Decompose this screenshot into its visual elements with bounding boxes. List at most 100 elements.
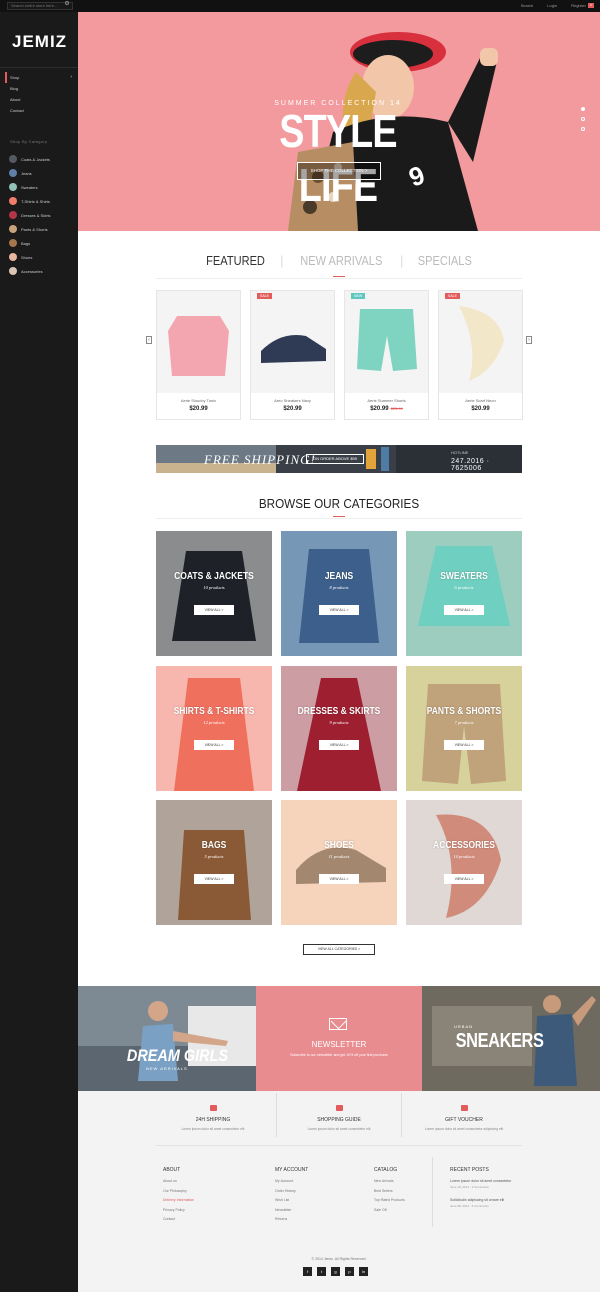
product-name[interactable]: Aero Sneakers Navy: [251, 398, 334, 403]
blog-post-title[interactable]: Sollicitudin adipiscing sit ornare elit: [450, 1198, 530, 1202]
category-view-all-button[interactable]: VIEW ALL >: [319, 740, 359, 750]
slider-dot[interactable]: [581, 117, 585, 121]
category-card[interactable]: SHIRTS & T-SHIRTS 12 products VIEW ALL >: [156, 666, 272, 791]
footer-link[interactable]: Privacy Policy: [163, 1208, 233, 1218]
category-label: Shoes: [21, 254, 33, 260]
category-label: Dresses & Skirts: [21, 212, 51, 218]
menu-item-shop[interactable]: Shop ›: [5, 72, 72, 83]
view-all-categories-button[interactable]: VIEW ALL CATEGORIES >: [303, 944, 375, 955]
newsletter-title: NEWSLETTER: [311, 1040, 367, 1049]
sidebar-category-item[interactable]: Bags: [9, 236, 73, 250]
promo-dream-girls[interactable]: DREAM GIRLS NEW ARRIVALS: [78, 986, 256, 1091]
slider-dot[interactable]: [581, 127, 585, 131]
shop-collection-button[interactable]: SHOP THE COLLECTION >: [297, 162, 381, 180]
category-card[interactable]: JEANS 8 products VIEW ALL >: [281, 531, 397, 656]
category-view-all-button[interactable]: VIEW ALL >: [194, 605, 234, 615]
cart-count: 0: [590, 3, 592, 7]
footer-link[interactable]: Wish List: [275, 1198, 345, 1208]
sidebar-category-item[interactable]: Coats & Jackets: [9, 152, 73, 166]
category-title: PANTS & SHORTS: [426, 706, 502, 717]
sidebar-category-item[interactable]: Pants & Shorts: [9, 222, 73, 236]
banner-button[interactable]: ON ORDER ABOVE $99: [306, 454, 364, 464]
product-card[interactable]: Aerie Slouchy Tunic $20.99: [156, 290, 241, 420]
top-link-login[interactable]: Login: [547, 3, 557, 8]
footer-link[interactable]: Best Sellers: [374, 1189, 444, 1199]
product-name[interactable]: Aerie Scarf Neon: [439, 398, 522, 403]
newsletter-block[interactable]: NEWSLETTER Subscribe to our newsletter a…: [256, 986, 422, 1091]
footer-link[interactable]: Delivery Information: [163, 1198, 233, 1208]
sidebar-category-item[interactable]: Shoes: [9, 250, 73, 264]
carousel-prev-icon[interactable]: ‹: [146, 336, 152, 344]
tab-specials[interactable]: SPECIALS: [418, 253, 472, 268]
tab-featured[interactable]: FEATURED: [206, 253, 265, 268]
category-card[interactable]: BAGS 5 products VIEW ALL >: [156, 800, 272, 925]
category-image: [178, 830, 251, 920]
menu-item-contact[interactable]: Contact: [10, 105, 72, 116]
category-card[interactable]: PANTS & SHORTS 7 products VIEW ALL >: [406, 666, 522, 791]
footer-link[interactable]: Top Rated Products: [374, 1198, 444, 1208]
search-icon[interactable]: [65, 1, 69, 5]
category-view-all-button[interactable]: VIEW ALL >: [444, 874, 484, 884]
tab-separator: |: [280, 253, 284, 268]
pinterest-icon[interactable]: p: [345, 1267, 354, 1276]
product-card[interactable]: NEW Aerie Summer Shorts $20.99 $25.99: [344, 290, 429, 420]
twitter-icon[interactable]: t: [317, 1267, 326, 1276]
category-view-all-button[interactable]: VIEW ALL >: [194, 874, 234, 884]
category-view-all-button[interactable]: VIEW ALL >: [444, 740, 484, 750]
footer-link[interactable]: My Account: [275, 1179, 345, 1189]
free-shipping-banner[interactable]: FREE SHIPPING! ON ORDER ABOVE $99 HOTLIN…: [156, 445, 522, 473]
footer-link[interactable]: About us: [163, 1179, 233, 1189]
menu-item-blog[interactable]: Blog: [10, 83, 72, 94]
footer-link[interactable]: Our Philosophy: [163, 1189, 233, 1199]
product-name[interactable]: Aerie Slouchy Tunic: [157, 398, 240, 403]
footer-column-title: CATALOG: [374, 1167, 398, 1173]
product-image[interactable]: [439, 291, 522, 393]
google-plus-icon[interactable]: g: [331, 1267, 340, 1276]
category-card[interactable]: ACCESSORIES 14 products VIEW ALL >: [406, 800, 522, 925]
category-image: [172, 551, 256, 641]
category-image: [297, 678, 381, 791]
footer-link[interactable]: New Arrivals: [374, 1179, 444, 1189]
product-image[interactable]: [251, 291, 334, 393]
footer-link[interactable]: Contact: [163, 1217, 233, 1227]
category-view-all-button[interactable]: VIEW ALL >: [194, 740, 234, 750]
search-input[interactable]: Search entire store here...: [7, 2, 73, 10]
logo[interactable]: JEMIZ: [12, 32, 67, 52]
cart-icon[interactable]: 0: [588, 3, 594, 8]
product-image[interactable]: [345, 291, 428, 393]
carousel-next-icon[interactable]: ›: [526, 336, 532, 344]
product-name[interactable]: Aerie Summer Shorts: [345, 398, 428, 403]
footer-link[interactable]: Sale Off: [374, 1208, 444, 1218]
category-card[interactable]: DRESSES & SKIRTS 9 products VIEW ALL >: [281, 666, 397, 791]
footer-link[interactable]: Order History: [275, 1189, 345, 1199]
category-view-all-button[interactable]: VIEW ALL >: [444, 605, 484, 615]
sidebar-category-item[interactable]: Dresses & Skirts: [9, 208, 73, 222]
service-item: 24H SHIPPING Lorem ipsum dolor sit amet c…: [150, 1105, 276, 1131]
product-card[interactable]: SALE Aerie Scarf Neon $20.99: [438, 290, 523, 420]
top-link-search[interactable]: Search: [521, 3, 534, 8]
product-card[interactable]: SALE Aero Sneakers Navy $20.99: [250, 290, 335, 420]
product-image[interactable]: [157, 291, 240, 393]
blog-post-title[interactable]: Lorem ipsum dolor sit amet consectetur: [450, 1179, 530, 1183]
category-card[interactable]: SWEATERS 6 products VIEW ALL >: [406, 531, 522, 656]
linkedin-icon[interactable]: in: [359, 1267, 368, 1276]
slider-dot[interactable]: [581, 107, 585, 111]
sidebar-category-item[interactable]: Sweaters: [9, 180, 73, 194]
service-item: SHOPPING GUIDE Lorem ipsum dolor sit amet…: [276, 1105, 402, 1131]
tab-new-arrivals[interactable]: NEW ARRIVALS: [301, 253, 383, 268]
category-label: Sweaters: [21, 184, 38, 190]
category-view-all-button[interactable]: VIEW ALL >: [319, 605, 359, 615]
sidebar-category-item[interactable]: Jeans: [9, 166, 73, 180]
promo-sneakers[interactable]: URBAN SNEAKERS: [422, 986, 600, 1091]
facebook-icon[interactable]: f: [303, 1267, 312, 1276]
sidebar-category-item[interactable]: Accessories: [9, 264, 73, 278]
category-card[interactable]: COATS & JACKETS 10 products VIEW ALL >: [156, 531, 272, 656]
category-card[interactable]: SHOES 11 products VIEW ALL >: [281, 800, 397, 925]
footer-link[interactable]: Returns: [275, 1217, 345, 1227]
category-view-all-button[interactable]: VIEW ALL >: [319, 874, 359, 884]
top-link-register[interactable]: Register: [571, 3, 586, 8]
footer-link[interactable]: Newsletter: [275, 1208, 345, 1218]
sidebar-category-item[interactable]: T-Shirts & Shirts: [9, 194, 73, 208]
menu-item-about[interactable]: About: [10, 94, 72, 105]
category-thumbnail-icon: [9, 253, 17, 261]
